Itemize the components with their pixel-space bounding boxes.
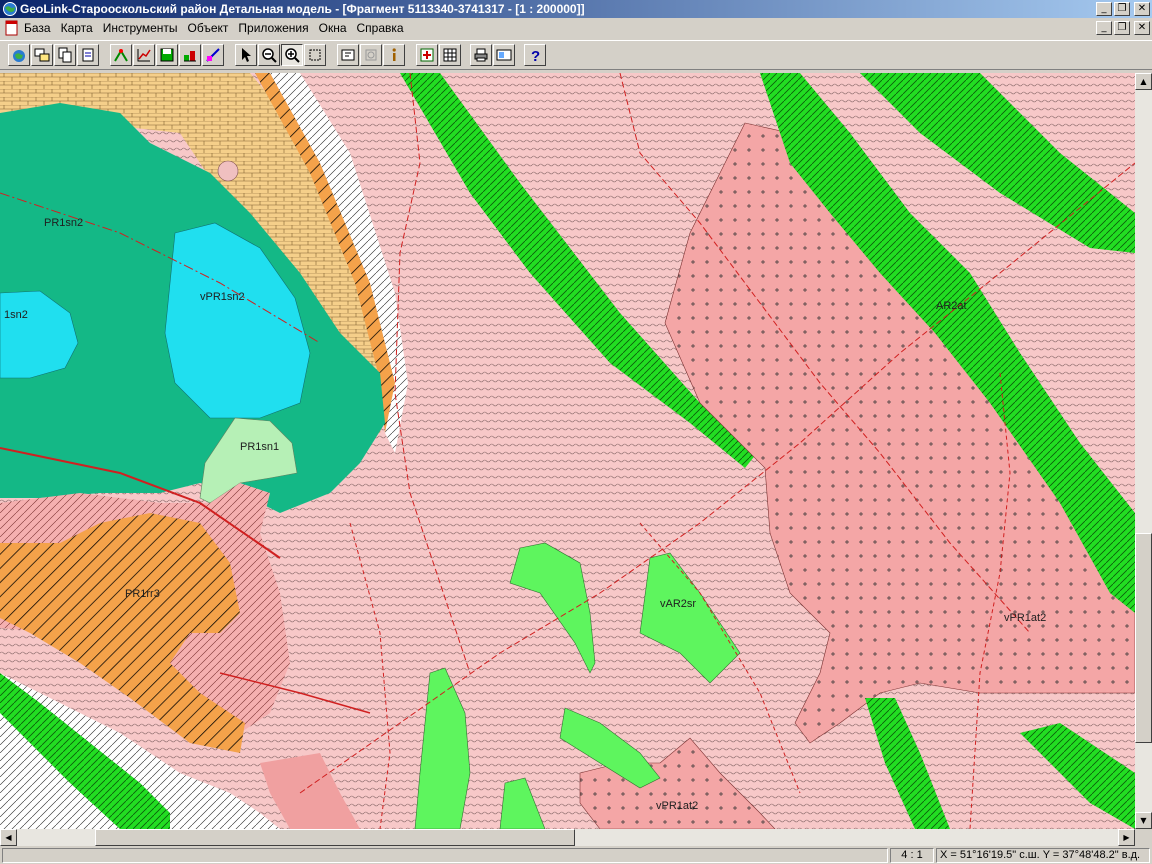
menu-spravka[interactable]: Справка	[357, 21, 404, 35]
map-label-vpr1at2-large: vPR1at2	[1004, 612, 1046, 624]
status-coordinates: X = 51°16'19.5" с.ш. Y = 37°48'48.2" в.д…	[936, 848, 1150, 863]
map-label-vpr1at2-small: vPR1at2	[656, 800, 698, 812]
edit-object-button[interactable]	[110, 44, 132, 66]
status-message-panel	[2, 848, 888, 863]
pointer-icon	[242, 48, 251, 62]
map-label-vpr1sn2: vPR1sn2	[200, 291, 245, 303]
vertical-scroll-thumb[interactable]	[1135, 533, 1152, 743]
menu-karta[interactable]: Карта	[61, 21, 93, 35]
horizontal-scrollbar[interactable]: ◀ ▶	[0, 829, 1135, 846]
chart-button[interactable]	[133, 44, 155, 66]
color-edit-icon	[206, 48, 220, 62]
zoom-in-button[interactable]	[281, 44, 303, 66]
toolbar: ?	[0, 40, 1152, 70]
map-label-pr1sn2: PR1sn2	[44, 217, 83, 229]
zoom-out-button[interactable]	[258, 44, 280, 66]
add-window-button[interactable]	[416, 44, 438, 66]
map-label-ar2at: AR2at	[936, 300, 967, 312]
layer-copy-button[interactable]	[54, 44, 76, 66]
mdi-minimize-button[interactable]: _	[1096, 21, 1112, 35]
scroll-right-button[interactable]: ▶	[1118, 829, 1135, 846]
scroll-down-button[interactable]: ▼	[1135, 812, 1152, 829]
small-pink-spot[interactable]	[217, 160, 239, 182]
close-button[interactable]: ✕	[1134, 2, 1150, 16]
menu-prilozheniya[interactable]: Приложения	[238, 21, 308, 35]
svg-text:?: ?	[531, 48, 540, 63]
draw-button[interactable]	[179, 44, 201, 66]
info-icon	[392, 48, 396, 61]
window-title: GeoLink-Старооскольский район Детальная …	[20, 2, 585, 16]
legend-button[interactable]	[337, 44, 359, 66]
scroll-left-button[interactable]: ◀	[0, 829, 17, 846]
layers-icon	[34, 48, 50, 62]
menu-obekt[interactable]: Объект	[188, 21, 229, 35]
info-button[interactable]	[383, 44, 405, 66]
map-label-var2sr: vAR2sr	[660, 598, 696, 610]
map-canvas[interactable]: PR1sn2 vPR1sn2 1sn2 PR1sn1 AR2at PR1rr3 …	[0, 73, 1135, 829]
edit-object-icon	[114, 49, 128, 62]
zoom-region-button[interactable]	[304, 44, 326, 66]
grid-button[interactable]	[439, 44, 461, 66]
layer-copy-icon	[58, 47, 72, 63]
save-button[interactable]	[156, 44, 178, 66]
layers-button[interactable]	[31, 44, 53, 66]
mdi-close-button[interactable]: ✕	[1134, 21, 1150, 35]
vertical-scrollbar[interactable]: ▲ ▼	[1135, 73, 1152, 829]
grayed-button[interactable]	[360, 44, 382, 66]
title-bar[interactable]: GeoLink-Старооскольский район Детальная …	[0, 0, 1152, 18]
draw-icon	[184, 51, 196, 62]
pointer-button[interactable]	[235, 44, 257, 66]
map-label-pr1rr3: PR1rr3	[125, 588, 160, 600]
help-button[interactable]: ?	[524, 44, 546, 66]
menu-okna[interactable]: Окна	[319, 21, 347, 35]
minimize-button[interactable]: _	[1096, 2, 1112, 16]
add-window-icon	[420, 48, 434, 62]
color-edit-button[interactable]	[202, 44, 224, 66]
print-button[interactable]	[470, 44, 492, 66]
map-label-pr1sn1: PR1sn1	[240, 441, 279, 453]
zoom-in-icon	[285, 48, 300, 63]
grid-icon	[443, 48, 457, 62]
help-icon: ?	[531, 48, 540, 63]
horizontal-scroll-thumb[interactable]	[95, 829, 575, 846]
open-map-icon	[13, 50, 25, 62]
mdi-restore-button[interactable]: ❐	[1114, 21, 1130, 35]
save-icon	[160, 48, 174, 62]
grayed-icon	[365, 49, 377, 61]
scroll-corner	[1135, 829, 1152, 846]
zoom-region-icon	[309, 49, 321, 61]
menu-bar: База Карта Инструменты Объект Приложения…	[0, 18, 1152, 38]
layer-export-button[interactable]	[77, 44, 99, 66]
menu-baza[interactable]: База	[24, 21, 51, 35]
open-map-button[interactable]	[8, 44, 30, 66]
chart-icon	[137, 49, 151, 62]
preview-icon	[496, 49, 512, 61]
document-icon[interactable]	[4, 20, 20, 36]
layer-export-icon	[82, 48, 94, 62]
legend-icon	[341, 49, 355, 61]
restore-button[interactable]: ❐	[1114, 2, 1130, 16]
status-bar: 4 : 1 X = 51°16'19.5" с.ш. Y = 37°48'48.…	[0, 846, 1152, 864]
status-scale: 4 : 1	[890, 848, 934, 863]
map-label-1sn2: 1sn2	[4, 309, 28, 321]
app-globe-icon	[3, 2, 17, 16]
print-icon	[474, 48, 488, 62]
scroll-up-button[interactable]: ▲	[1135, 73, 1152, 90]
geologic-map[interactable]: PR1sn2 vPR1sn2 1sn2 PR1sn1 AR2at PR1rr3 …	[0, 73, 1135, 829]
preview-button[interactable]	[493, 44, 515, 66]
zoom-out-icon	[262, 48, 277, 63]
menu-instrumenty[interactable]: Инструменты	[103, 21, 178, 35]
